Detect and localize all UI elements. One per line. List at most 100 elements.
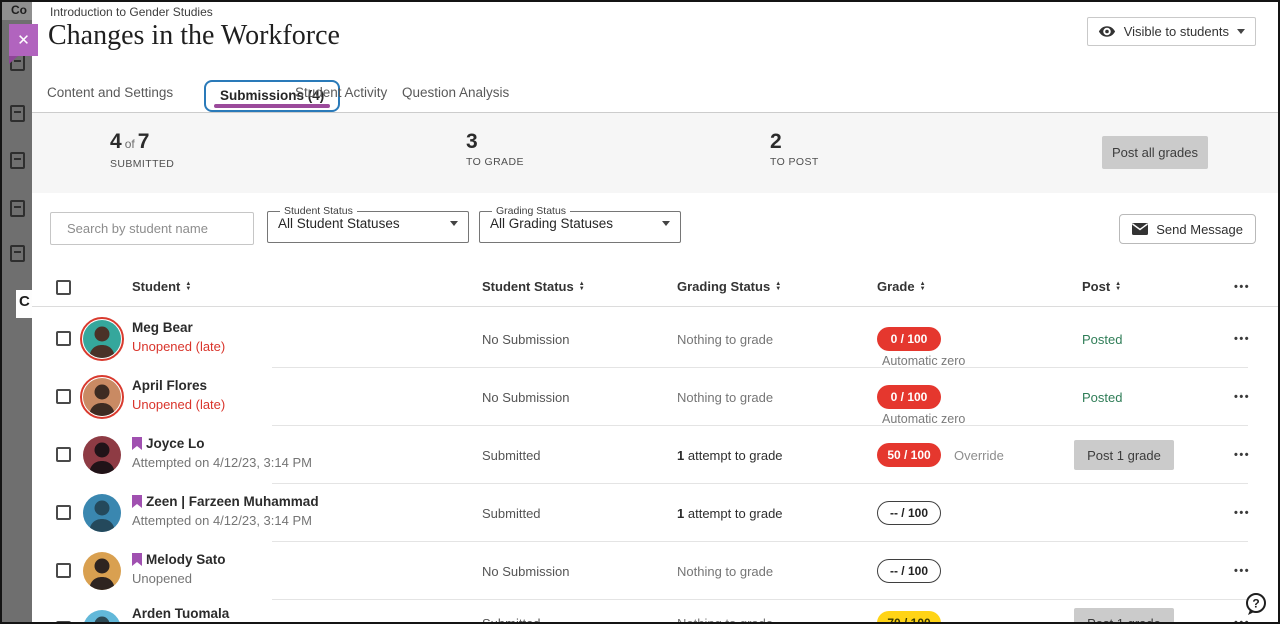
grade-pill[interactable]: -- / 100 [877, 501, 941, 525]
close-button-tail [9, 56, 18, 64]
active-tab-underline [214, 104, 330, 108]
select-all-checkbox[interactable] [56, 280, 71, 295]
table-menu-icon[interactable]: ••• [1234, 281, 1250, 293]
student-name[interactable]: Meg Bear [132, 320, 193, 335]
avatar [80, 317, 124, 361]
column-header-student-status-label: Student Status [482, 279, 574, 294]
dimmed-course-sidebar: Co C [2, 2, 32, 622]
student-subtext: Unopened [132, 571, 226, 586]
post-grade-button[interactable]: Post 1 grade [1074, 608, 1174, 624]
help-button[interactable]: ? [1244, 592, 1268, 616]
sidebar-cropped-text-mid: C [19, 293, 30, 310]
student-name[interactable]: Zeen | Farzeen Muhammad [146, 494, 319, 509]
grade-note: Automatic zero [882, 412, 965, 426]
row-checkbox[interactable] [56, 331, 71, 346]
student-status-filter[interactable]: Student Status All Student Statuses [267, 205, 469, 243]
attempt-count: 1 [677, 448, 684, 463]
avatar [80, 433, 124, 477]
avatar [80, 607, 124, 624]
stat-to-grade-label: TO GRADE [466, 156, 524, 168]
sort-icon: ▲▼ [775, 282, 781, 291]
student-status-filter-value: All Student Statuses [278, 216, 400, 231]
column-header-student[interactable]: Student ▲▼ [132, 279, 191, 294]
row-menu-icon[interactable]: ••• [1234, 449, 1250, 461]
visibility-dropdown[interactable]: Visible to students [1087, 17, 1256, 46]
student-subtext: Attempted on 4/12/23, 3:14 PM [132, 455, 312, 470]
visibility-label: Visible to students [1124, 24, 1229, 39]
column-header-post[interactable]: Post ▲▼ [1082, 279, 1121, 294]
row-checkbox[interactable] [56, 505, 71, 520]
id-card-icon [10, 245, 25, 262]
accommodation-flag-icon [132, 553, 142, 566]
student-name[interactable]: April Flores [132, 378, 207, 393]
grade-pill[interactable]: 0 / 100 [877, 327, 941, 351]
column-header-grading-status[interactable]: Grading Status ▲▼ [677, 279, 781, 294]
post-grade-button[interactable]: Post 1 grade [1074, 440, 1174, 470]
row-menu-icon[interactable]: ••• [1234, 507, 1250, 519]
post-all-grades-button[interactable]: Post all grades [1102, 136, 1208, 169]
svg-text:?: ? [1252, 597, 1259, 611]
column-header-student-label: Student [132, 279, 180, 294]
avatar [80, 549, 124, 593]
stat-submitted-total: 7 [138, 130, 150, 153]
row-checkbox[interactable] [56, 447, 71, 462]
attempt-text: attempt to grade [688, 448, 783, 463]
send-message-button[interactable]: Send Message [1119, 214, 1256, 244]
tab-student-activity[interactable]: Student Activity [295, 85, 387, 100]
tab-content-and-settings[interactable]: Content and Settings [47, 85, 173, 100]
table-row: Melody Sato Unopened No Submission Nothi… [32, 542, 1278, 600]
override-label: Override [954, 448, 1004, 463]
post-status: Posted [1082, 332, 1122, 347]
sort-icon: ▲▼ [1115, 282, 1121, 291]
grading-status-cell: Nothing to grade [677, 390, 773, 405]
student-name[interactable]: Arden Tuomala [132, 606, 229, 621]
pencil-icon [10, 200, 25, 217]
stat-to-post-label: TO POST [770, 156, 819, 168]
student-name[interactable]: Melody Sato [146, 552, 226, 567]
column-header-post-label: Post [1082, 279, 1110, 294]
student-status-cell: Submitted [482, 448, 541, 463]
tab-bar: Content and Settings Submissions (4) Stu… [32, 77, 1278, 113]
row-menu-icon[interactable]: ••• [1234, 333, 1250, 345]
grading-status-filter[interactable]: Grading Status All Grading Statuses [479, 205, 681, 243]
row-menu-icon[interactable]: ••• [1234, 617, 1250, 624]
search-input[interactable] [65, 220, 245, 237]
send-message-label: Send Message [1156, 222, 1243, 237]
column-header-grade[interactable]: Grade ▲▼ [877, 279, 926, 294]
close-icon: ✕ [17, 31, 30, 49]
attempt-count: 1 [677, 506, 684, 521]
stat-to-grade: 3 TO GRADE [466, 131, 524, 168]
sidebar-cropped-text-top: Co [11, 3, 27, 17]
student-status-cell: No Submission [482, 564, 569, 579]
table-row: Joyce Lo Attempted on 4/12/23, 3:14 PM S… [32, 426, 1278, 484]
tab-question-analysis[interactable]: Question Analysis [402, 85, 509, 100]
row-menu-icon[interactable]: ••• [1234, 391, 1250, 403]
grade-pill[interactable]: 0 / 100 [877, 385, 941, 409]
breadcrumb: Introduction to Gender Studies [50, 5, 213, 19]
sort-icon: ▲▼ [579, 282, 585, 291]
search-box [50, 212, 254, 245]
stat-to-post-value: 2 [770, 131, 819, 153]
grading-status-filter-value: All Grading Statuses [490, 216, 613, 231]
page-title: Changes in the Workforce [48, 20, 340, 52]
student-status-cell: Submitted [482, 616, 541, 624]
row-checkbox[interactable] [56, 389, 71, 404]
close-panel-button[interactable]: ✕ [9, 24, 38, 56]
stat-to-grade-value: 3 [466, 131, 524, 153]
gradebook-icon [10, 152, 25, 169]
table-row: Arden Tuomala Submitted Nothing to grade… [32, 600, 1278, 624]
student-name[interactable]: Joyce Lo [146, 436, 205, 451]
submission-stats-bar: 4of7 SUBMITTED 3 TO GRADE 2 TO POST Post… [32, 113, 1278, 193]
grade-pill[interactable]: 50 / 100 [877, 443, 941, 467]
chevron-down-icon [1237, 29, 1245, 34]
row-checkbox[interactable] [56, 563, 71, 578]
row-menu-icon[interactable]: ••• [1234, 565, 1250, 577]
grade-pill[interactable]: 70 / 100 [877, 611, 941, 624]
avatar [80, 375, 124, 419]
grade-pill[interactable]: -- / 100 [877, 559, 941, 583]
student-status-cell: No Submission [482, 390, 569, 405]
column-header-student-status[interactable]: Student Status ▲▼ [482, 279, 585, 294]
table-row: Meg Bear Unopened (late) No Submission N… [32, 310, 1278, 368]
chevron-down-icon [450, 221, 458, 226]
table-row: Zeen | Farzeen Muhammad Attempted on 4/1… [32, 484, 1278, 542]
